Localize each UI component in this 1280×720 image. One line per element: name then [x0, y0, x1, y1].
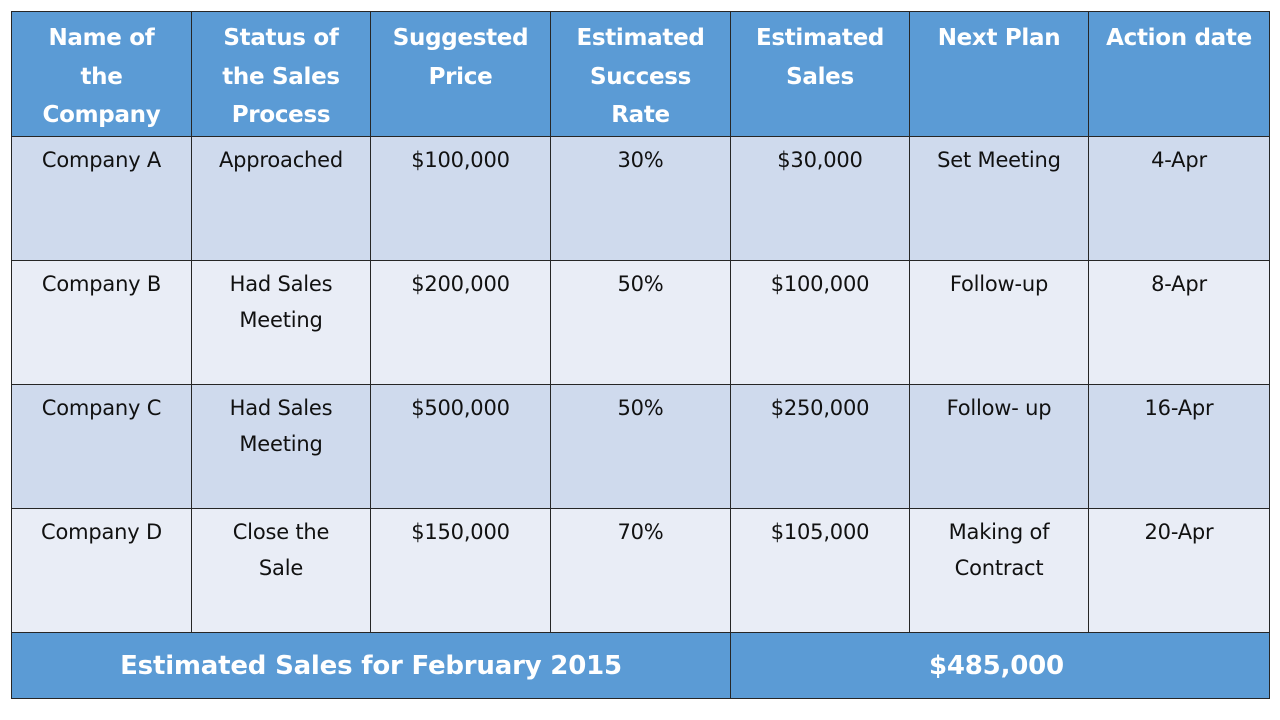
header-action-date: Action date	[1088, 11, 1270, 137]
success-rate-cell: 30%	[550, 136, 731, 261]
estimated-sales-cell: $30,000	[730, 136, 910, 261]
header-next-plan: Next Plan	[909, 11, 1089, 137]
cell-text: $105,000	[770, 520, 870, 544]
footer-row: Estimated Sales for February 2015 $485,0…	[11, 632, 1270, 699]
cell-text: Company A	[41, 148, 162, 172]
cell-text: Company C	[41, 396, 162, 420]
cell-text: 70%	[617, 520, 664, 544]
sales-status-cell: Close the Sale	[191, 508, 371, 633]
header-suggested-price: Suggested Price	[370, 11, 551, 137]
action-date-cell: 20-Apr	[1088, 508, 1270, 633]
cell-text: 4-Apr	[1151, 148, 1207, 172]
company-name-cell: Company C	[11, 384, 192, 509]
suggested-price-cell: $100,000	[370, 136, 551, 261]
estimated-sales-cell: $250,000	[730, 384, 910, 509]
cell-text: Sale	[258, 556, 304, 580]
cell-text: Approached	[218, 148, 344, 172]
cell-text: Company D	[41, 520, 162, 544]
table-body: Company A Approached $100,000 30% $30,000 Set…	[11, 136, 1270, 633]
table-row: Company B Had Sales Meeting $200,000 50% $100…	[11, 260, 1270, 385]
success-rate-cell: 70%	[550, 508, 731, 633]
footer-total: $485,000	[730, 632, 1270, 699]
cell-text: $100,000	[770, 272, 870, 296]
header-success-rate: Estimated Success Rate	[550, 11, 731, 137]
cell-text: Meeting	[239, 308, 323, 332]
action-date-cell: 4-Apr	[1088, 136, 1270, 261]
sales-status-cell: Had Sales Meeting	[191, 384, 371, 509]
cell-text: Had Sales	[229, 396, 333, 420]
cell-text: $250,000	[770, 396, 870, 420]
cell-text: Had Sales	[229, 272, 333, 296]
header-sales-status: Status of the Sales Process	[191, 11, 371, 137]
cell-text: Contract	[954, 556, 1044, 580]
cell-text: 30%	[617, 148, 664, 172]
table-row: Company A Approached $100,000 30% $30,000 Set…	[11, 136, 1270, 261]
success-rate-cell: 50%	[550, 260, 731, 385]
suggested-price-cell: $200,000	[370, 260, 551, 385]
cell-text: $100,000	[411, 148, 510, 172]
suggested-price-cell: $500,000	[370, 384, 551, 509]
next-plan-cell: Follow-up	[909, 260, 1089, 385]
action-date-cell: 8-Apr	[1088, 260, 1270, 385]
footer-label: Estimated Sales for February 2015	[11, 632, 731, 699]
company-name-cell: Company B	[11, 260, 192, 385]
cell-text: Follow-up	[949, 272, 1049, 296]
cell-text: Follow- up	[946, 396, 1052, 420]
success-rate-cell: 50%	[550, 384, 731, 509]
table-row: Company C Had Sales Meeting $500,000 50% $250…	[11, 384, 1270, 509]
cell-text: 50%	[617, 396, 664, 420]
estimated-sales-cell: $100,000	[730, 260, 910, 385]
cell-text: Close the	[232, 520, 330, 544]
cell-text: $150,000	[411, 520, 510, 544]
cell-text: $30,000	[777, 148, 863, 172]
cell-text: 20-Apr	[1144, 520, 1214, 544]
next-plan-cell: Set Meeting	[909, 136, 1089, 261]
sales-pipeline-table: Name of the Company Status of the Sales …	[11, 11, 1270, 699]
cell-text: 8-Apr	[1151, 272, 1207, 296]
sales-status-cell: Approached	[191, 136, 371, 261]
cell-text: $500,000	[411, 396, 510, 420]
next-plan-cell: Follow- up	[909, 384, 1089, 509]
cell-text: Company B	[41, 272, 162, 296]
header-company-name: Name of the Company	[11, 11, 192, 137]
action-date-cell: 16-Apr	[1088, 384, 1270, 509]
estimated-sales-cell: $105,000	[730, 508, 910, 633]
cell-text: Making of	[948, 520, 1050, 544]
company-name-cell: Company D	[11, 508, 192, 633]
suggested-price-cell: $150,000	[370, 508, 551, 633]
header-estimated-sales: Estimated Sales	[730, 11, 910, 137]
cell-text: Meeting	[239, 432, 323, 456]
cell-text: Set Meeting	[937, 148, 1061, 172]
cell-text: 16-Apr	[1144, 396, 1214, 420]
cell-text: $200,000	[411, 272, 510, 296]
sales-status-cell: Had Sales Meeting	[191, 260, 371, 385]
table-row: Company D Close the Sale $150,000 70% $105,00…	[11, 508, 1270, 633]
header-row: Name of the Company Status of the Sales …	[11, 11, 1270, 137]
next-plan-cell: Making of Contract	[909, 508, 1089, 633]
cell-text: 50%	[617, 272, 664, 296]
company-name-cell: Company A	[11, 136, 192, 261]
